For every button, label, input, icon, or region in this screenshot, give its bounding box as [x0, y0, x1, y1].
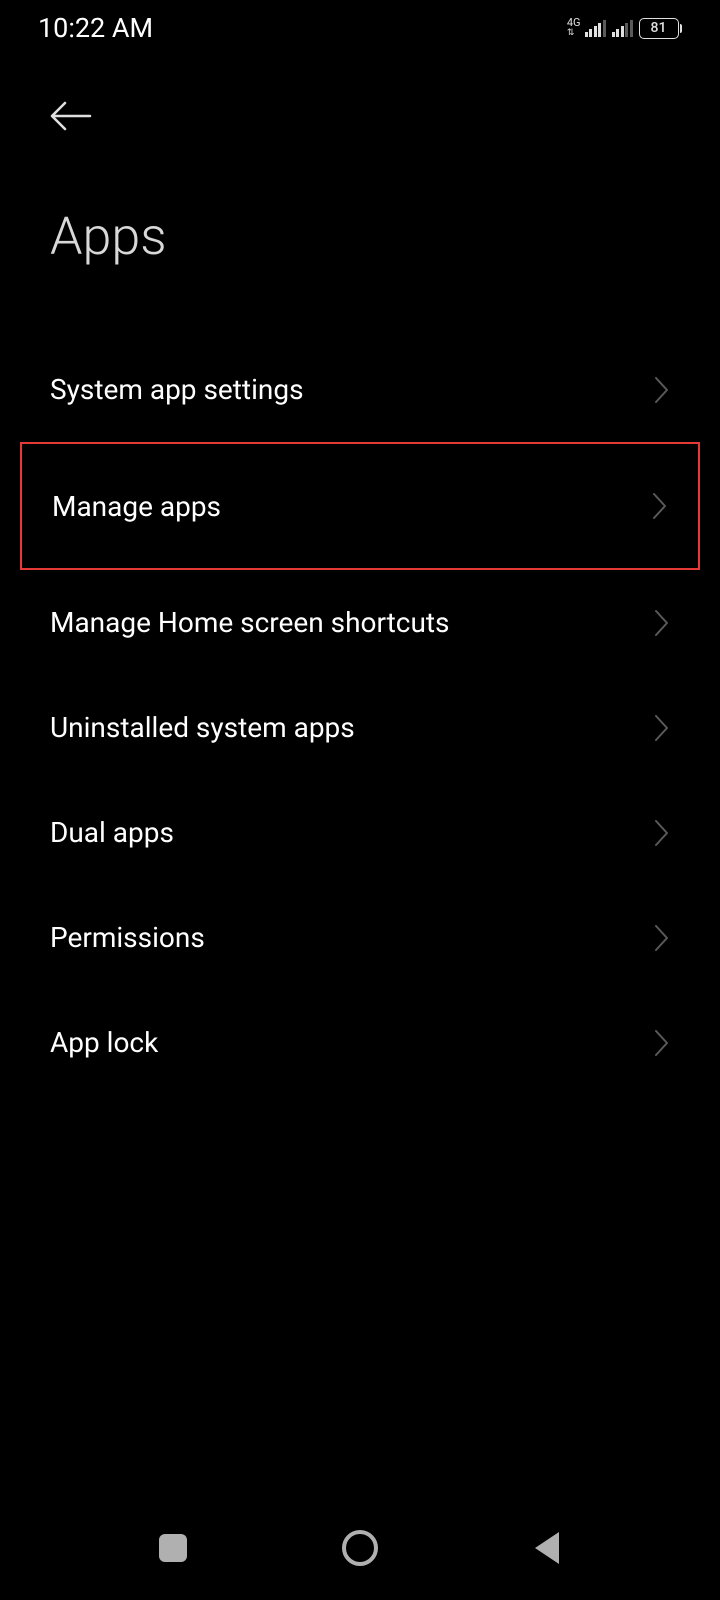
list-item-label: Dual apps — [50, 816, 174, 849]
list-item-app-lock[interactable]: App lock — [0, 990, 720, 1095]
signal-strength-sim2-icon — [612, 20, 633, 37]
list-item-label: Uninstalled system apps — [50, 711, 355, 744]
battery-indicator: 81 — [639, 18, 683, 39]
recent-apps-button[interactable] — [143, 1518, 203, 1578]
chevron-right-icon — [654, 1029, 670, 1057]
navigation-bar — [0, 1510, 720, 1600]
recent-apps-icon — [159, 1534, 187, 1562]
chevron-right-icon — [654, 714, 670, 742]
page-title: Apps — [50, 206, 670, 267]
list-item-label: Manage apps — [52, 490, 221, 523]
status-time: 10:22 AM — [38, 12, 153, 44]
list-item-label: Permissions — [50, 921, 205, 954]
chevron-right-icon — [654, 609, 670, 637]
signal-strength-sim1-icon — [585, 20, 606, 37]
back-nav-icon — [535, 1532, 559, 1564]
status-indicators: 4G ⇅ 81 — [567, 18, 682, 39]
back-nav-button[interactable] — [517, 1518, 577, 1578]
chevron-right-icon — [652, 492, 668, 520]
list-item-permissions[interactable]: Permissions — [0, 885, 720, 990]
list-item-uninstalled-system-apps[interactable]: Uninstalled system apps — [0, 675, 720, 780]
back-button[interactable] — [50, 96, 670, 136]
status-bar: 10:22 AM 4G ⇅ 81 — [0, 0, 720, 56]
list-item-dual-apps[interactable]: Dual apps — [0, 780, 720, 885]
chevron-right-icon — [654, 376, 670, 404]
list-item-label: App lock — [50, 1026, 158, 1059]
list-item-manage-apps[interactable]: Manage apps — [20, 442, 700, 570]
list-item-manage-home-shortcuts[interactable]: Manage Home screen shortcuts — [0, 570, 720, 675]
list-item-label: Manage Home screen shortcuts — [50, 606, 450, 639]
network-type-indicator: 4G ⇅ — [567, 18, 581, 38]
back-arrow-icon — [50, 101, 92, 131]
chevron-right-icon — [654, 819, 670, 847]
home-icon — [342, 1530, 378, 1566]
header: Apps — [0, 56, 720, 267]
battery-level: 81 — [651, 20, 667, 36]
settings-list: System app settings Manage apps Manage H… — [0, 337, 720, 1095]
list-item-system-app-settings[interactable]: System app settings — [0, 337, 720, 442]
chevron-right-icon — [654, 924, 670, 952]
home-button[interactable] — [330, 1518, 390, 1578]
list-item-label: System app settings — [50, 373, 304, 406]
